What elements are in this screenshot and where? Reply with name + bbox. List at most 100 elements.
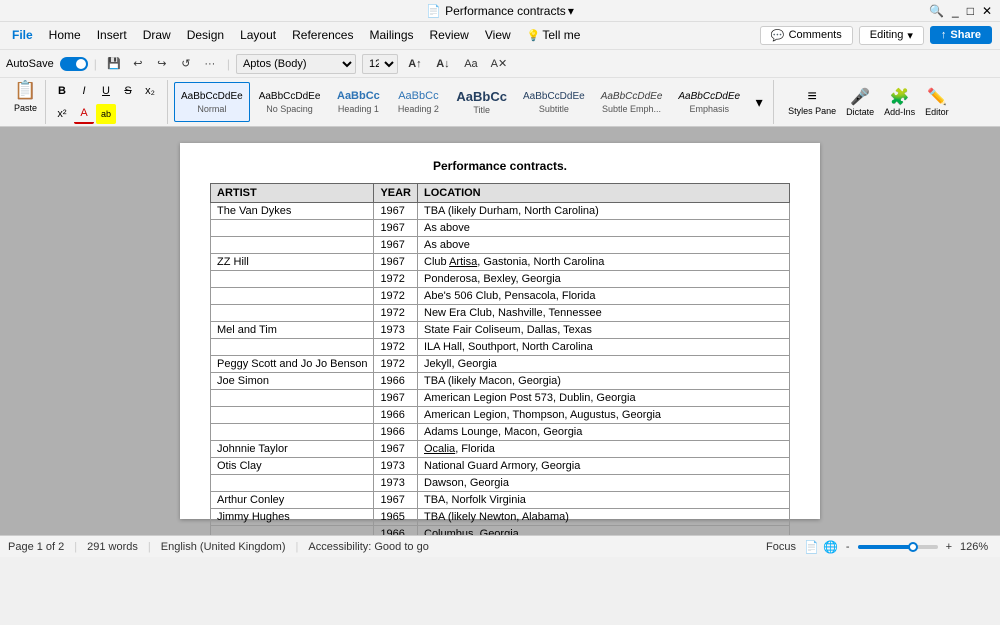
underline-button[interactable]: U: [96, 81, 116, 101]
style-title[interactable]: AaBbCc Title: [449, 82, 514, 122]
clear-format-button[interactable]: A✕: [488, 53, 510, 75]
menu-draw[interactable]: Draw: [135, 25, 179, 45]
paste-icon[interactable]: 📋: [14, 80, 36, 101]
menu-tell-me[interactable]: 💡 Tell me: [519, 25, 589, 45]
autosave-area: AutoSave: [6, 57, 88, 71]
table-row: Johnnie Taylor1967Ocalia, Florida: [211, 441, 790, 458]
change-case-button[interactable]: Aa: [460, 53, 482, 75]
zoom-out-button[interactable]: -: [846, 541, 850, 553]
table-row: 1966American Legion, Thompson, Augustus,…: [211, 407, 790, 424]
cell-artist: [211, 237, 374, 254]
menu-insert[interactable]: Insert: [89, 25, 135, 45]
document-title: Performance contracts.: [210, 159, 790, 173]
font-shrink-button[interactable]: A↓: [432, 53, 454, 75]
menu-review[interactable]: Review: [422, 25, 477, 45]
cell-artist: [211, 526, 374, 536]
save-button[interactable]: 💾: [103, 53, 125, 75]
minimize-icon[interactable]: _: [952, 4, 959, 18]
font-size-select[interactable]: 12: [362, 54, 398, 74]
menu-home[interactable]: Home: [41, 25, 89, 45]
comments-button[interactable]: 💬 Comments: [760, 26, 853, 45]
editing-dropdown-icon: ▾: [907, 29, 913, 42]
menu-view[interactable]: View: [477, 25, 519, 45]
cell-artist: The Van Dykes: [211, 203, 374, 220]
table-row: 1972Abe's 506 Club, Pensacola, Florida: [211, 288, 790, 305]
style-emphasis[interactable]: AaBbCcDdEe Emphasis: [671, 82, 747, 122]
accessibility: Accessibility: Good to go: [308, 541, 428, 553]
superscript-button[interactable]: x²: [52, 104, 72, 124]
search-icon[interactable]: 🔍: [929, 4, 944, 18]
undo-button[interactable]: ↩: [127, 53, 149, 75]
title-bar: 📄 Performance contracts ▾ 🔍 _ □ ✕: [0, 0, 1000, 22]
print-view-icon[interactable]: 📄: [804, 540, 819, 554]
zoom-slider[interactable]: [858, 545, 938, 549]
content-area: Performance contracts. ARTIST YEAR LOCAT…: [0, 127, 1000, 535]
paste-group: 📋 Paste: [6, 80, 46, 124]
cell-location: Club Artisa, Gastonia, North Carolina: [418, 254, 790, 271]
table-row: 1972ILA Hall, Southport, North Carolina: [211, 339, 790, 356]
subscript-button[interactable]: x₂: [140, 81, 160, 101]
close-icon[interactable]: ✕: [982, 4, 992, 18]
style-subtle-emphasis[interactable]: AaBbCcDdEe Subtle Emph...: [594, 82, 670, 122]
menu-bar: File Home Insert Draw Design Layout Refe…: [0, 22, 592, 50]
zoom-in-button[interactable]: +: [946, 541, 952, 553]
style-more[interactable]: ▾: [749, 82, 769, 122]
editing-button[interactable]: Editing ▾: [859, 26, 924, 45]
style-subtitle[interactable]: AaBbCcDdEe Subtitle: [516, 82, 592, 122]
style-normal[interactable]: AaBbCcDdEe Normal: [174, 82, 250, 122]
styles-pane-button[interactable]: ≡ Styles Pane: [784, 86, 840, 118]
cell-year: 1972: [374, 288, 418, 305]
font-color-button[interactable]: A: [74, 104, 94, 124]
cell-artist: Joe Simon: [211, 373, 374, 390]
collab-bar: 💬 Comments Editing ▾ ↑ Share: [752, 22, 1000, 50]
dictate-button[interactable]: 🎤 Dictate: [842, 85, 878, 119]
font-name-select[interactable]: Aptos (Body): [236, 54, 356, 74]
style-gallery: AaBbCcDdEe Normal AaBbCcDdEe No Spacing …: [170, 80, 774, 124]
style-heading2[interactable]: AaBbCc Heading 2: [389, 82, 447, 122]
menu-layout[interactable]: Layout: [232, 25, 284, 45]
editing-label: Editing: [870, 29, 904, 41]
font-grow-button[interactable]: A↑: [404, 53, 426, 75]
add-ins-button[interactable]: 🧩 Add-Ins: [880, 85, 919, 119]
menu-references[interactable]: References: [284, 25, 361, 45]
cell-location: National Guard Armory, Georgia: [418, 458, 790, 475]
more-options-button[interactable]: ···: [199, 53, 221, 75]
word-count: 291 words: [87, 541, 138, 553]
web-view-icon[interactable]: 🌐: [823, 540, 838, 554]
autosave-toggle[interactable]: [60, 57, 88, 71]
highlight-button[interactable]: ab: [96, 104, 116, 124]
menu-design[interactable]: Design: [179, 25, 232, 45]
share-button[interactable]: ↑ Share: [930, 26, 992, 44]
style-heading1[interactable]: AaBbCc Heading 1: [329, 82, 387, 122]
cell-artist: [211, 390, 374, 407]
table-row: 1966Columbus, Georgia: [211, 526, 790, 536]
bold-button[interactable]: B: [52, 81, 72, 101]
style-no-spacing[interactable]: AaBbCcDdEe No Spacing: [252, 82, 328, 122]
menu-mailings[interactable]: Mailings: [361, 25, 421, 45]
cell-artist: Peggy Scott and Jo Jo Benson: [211, 356, 374, 373]
cell-location: American Legion, Thompson, Augustus, Geo…: [418, 407, 790, 424]
italic-button[interactable]: I: [74, 81, 94, 101]
cell-location: As above: [418, 220, 790, 237]
editor-button[interactable]: ✏️ Editor: [921, 85, 953, 119]
focus-button[interactable]: Focus: [766, 541, 796, 553]
cell-year: 1973: [374, 475, 418, 492]
cell-artist: [211, 271, 374, 288]
table-row: Joe Simon1966TBA (likely Macon, Georgia): [211, 373, 790, 390]
cell-year: 1972: [374, 356, 418, 373]
cell-year: 1966: [374, 373, 418, 390]
strikethrough-button[interactable]: S: [118, 81, 138, 101]
cell-location: As above: [418, 237, 790, 254]
contracts-table: ARTIST YEAR LOCATION The Van Dykes1967TB…: [210, 183, 790, 535]
title-dropdown-icon[interactable]: ▾: [568, 4, 574, 18]
cell-year: 1973: [374, 322, 418, 339]
redo-button[interactable]: ↪: [151, 53, 173, 75]
repeat-button[interactable]: ↺: [175, 53, 197, 75]
language: English (United Kingdom): [161, 541, 286, 553]
cell-location: TBA, Norfolk Virginia: [418, 492, 790, 509]
zoom-percent[interactable]: 126%: [960, 541, 992, 553]
restore-icon[interactable]: □: [967, 4, 974, 18]
menu-file[interactable]: File: [4, 25, 41, 45]
cell-year: 1965: [374, 509, 418, 526]
table-body: The Van Dykes1967TBA (likely Durham, Nor…: [211, 203, 790, 536]
